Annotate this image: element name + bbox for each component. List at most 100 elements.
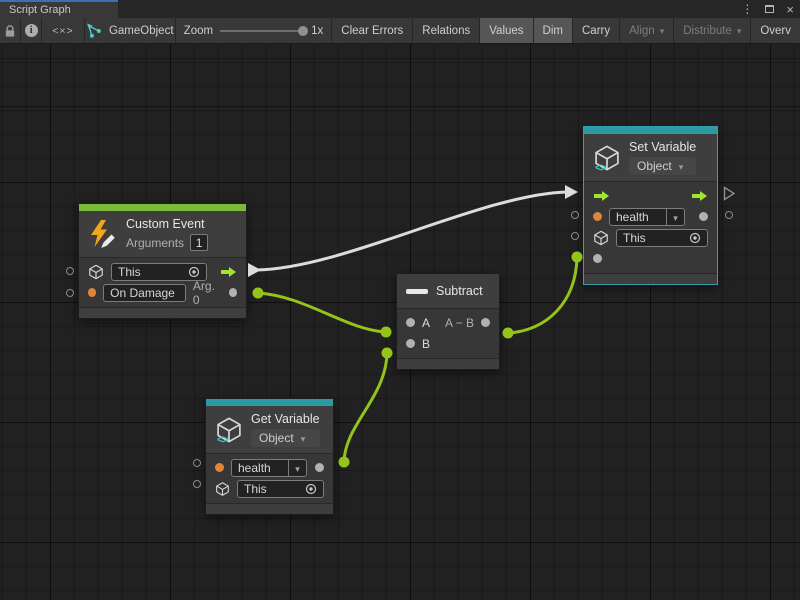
arg-0-output-port[interactable] xyxy=(229,288,237,297)
gameobject-context-button[interactable]: GameObject xyxy=(85,18,176,43)
node-title: Custom Event xyxy=(126,217,208,231)
cube-icon xyxy=(88,264,104,280)
variable-name-dropdown[interactable]: health xyxy=(231,459,307,477)
zoom-slider-handle[interactable] xyxy=(298,26,308,36)
align-dropdown[interactable]: Align xyxy=(619,18,673,43)
values-toggle[interactable]: Values xyxy=(479,18,532,43)
variable-accent-strip xyxy=(206,399,333,406)
unconnected-port[interactable] xyxy=(193,480,201,488)
info-button[interactable]: i xyxy=(21,18,42,43)
title-bar: Script Graph xyxy=(0,0,800,18)
zoom-control: Zoom 1x xyxy=(176,18,332,43)
input-b-row: B xyxy=(397,333,499,354)
arg-0-label: Arg. 0 xyxy=(193,279,222,307)
chevron-down-icon xyxy=(295,461,300,475)
event-name-field[interactable]: On Damage xyxy=(103,284,186,302)
object-variable-icon: <> xyxy=(215,416,243,444)
chevron-down-icon xyxy=(301,431,306,445)
arguments-count-field[interactable]: 1 xyxy=(190,234,208,251)
variable-name-row: health xyxy=(584,206,717,227)
cube-icon xyxy=(593,230,609,246)
overview-button[interactable]: Overv xyxy=(750,18,800,43)
target-picker-icon[interactable] xyxy=(305,483,317,495)
close-icon[interactable] xyxy=(786,3,794,16)
object-variable-icon: <> xyxy=(593,144,621,172)
node-title: Set Variable xyxy=(629,140,696,154)
node-title: Get Variable xyxy=(251,412,320,426)
zoom-slider[interactable] xyxy=(220,30,304,32)
custom-event-icon xyxy=(88,219,118,249)
flow-output-port[interactable] xyxy=(691,190,708,202)
node-footer xyxy=(397,358,499,369)
value-output-port[interactable] xyxy=(315,463,324,472)
new-value-input-port[interactable] xyxy=(593,254,602,263)
unconnected-port[interactable] xyxy=(66,267,74,275)
event-row: On Damage Arg. 0 xyxy=(79,282,246,303)
result-output-port[interactable] xyxy=(481,318,490,327)
node-custom-event[interactable]: Custom Event Arguments 1 This xyxy=(78,203,247,319)
carry-toggle[interactable]: Carry xyxy=(572,18,619,43)
node-get-variable[interactable]: <> Get Variable Object health xyxy=(205,398,334,515)
zoom-value: 1x xyxy=(311,25,323,37)
chevron-down-icon xyxy=(660,25,665,37)
flow-input-port[interactable] xyxy=(593,190,610,202)
node-footer xyxy=(79,307,246,318)
distribute-dropdown[interactable]: Distribute xyxy=(673,18,750,43)
unconnected-flow-port[interactable] xyxy=(723,186,736,201)
b-label: B xyxy=(422,337,430,351)
dim-toggle[interactable]: Dim xyxy=(533,18,572,43)
new-value-row xyxy=(584,248,717,269)
graph-toolbar: i <×> GameObject Zoom 1x Clear Errors Re… xyxy=(0,18,800,44)
relations-button[interactable]: Relations xyxy=(412,18,479,43)
variable-accent-strip xyxy=(584,127,717,134)
zoom-label: Zoom xyxy=(184,25,213,37)
node-title: Subtract xyxy=(436,284,483,298)
window-menu-icon[interactable] xyxy=(741,3,753,15)
result-label: A − B xyxy=(445,316,474,330)
variable-name-row: health xyxy=(206,457,333,478)
info-icon: i xyxy=(25,24,38,37)
unconnected-port[interactable] xyxy=(571,232,579,240)
target-picker-icon[interactable] xyxy=(689,232,701,244)
tab-script-graph[interactable]: Script Graph xyxy=(0,0,118,18)
event-input-port[interactable] xyxy=(88,288,96,297)
target-row: This xyxy=(206,478,333,499)
this-target-field[interactable]: This xyxy=(616,229,708,247)
node-subtract[interactable]: Subtract A A − B B xyxy=(396,273,500,370)
script-graph-icon xyxy=(86,23,102,38)
a-input-port[interactable] xyxy=(406,318,415,327)
chevron-down-icon xyxy=(737,25,742,37)
unconnected-port[interactable] xyxy=(193,459,201,467)
this-target-field[interactable]: This xyxy=(237,480,324,498)
variable-kind-dropdown[interactable]: Object xyxy=(251,429,320,447)
code-preview-button[interactable]: <×> xyxy=(42,18,85,43)
unconnected-port[interactable] xyxy=(66,289,74,297)
target-picker-icon[interactable] xyxy=(188,266,200,278)
variable-kind-dropdown[interactable]: Object xyxy=(629,157,696,175)
a-label: A xyxy=(422,316,430,330)
chevron-down-icon xyxy=(673,210,678,224)
flow-row xyxy=(584,185,717,206)
maximize-icon[interactable] xyxy=(765,5,774,13)
lock-icon xyxy=(3,24,17,38)
arguments-label: Arguments xyxy=(126,236,184,250)
name-input-port[interactable] xyxy=(593,212,602,221)
unconnected-port[interactable] xyxy=(571,211,579,219)
node-set-variable[interactable]: <> Set Variable Object xyxy=(583,126,718,285)
name-input-port[interactable] xyxy=(215,463,224,472)
variable-name-dropdown[interactable]: health xyxy=(609,208,685,226)
target-row: This xyxy=(584,227,717,248)
lock-button[interactable] xyxy=(0,18,21,43)
unconnected-port[interactable] xyxy=(725,211,733,219)
script-graph-window: Script Graph i <×> GameObje xyxy=(0,0,800,600)
b-input-port[interactable] xyxy=(406,339,415,348)
flow-output-port[interactable] xyxy=(220,266,237,278)
event-accent-strip xyxy=(79,204,246,211)
value-output-port[interactable] xyxy=(699,212,708,221)
subtract-icon xyxy=(406,289,428,294)
gameobject-label: GameObject xyxy=(109,25,174,37)
cube-icon xyxy=(215,481,230,497)
clear-errors-button[interactable]: Clear Errors xyxy=(331,18,412,43)
node-footer xyxy=(206,503,333,514)
input-a-row: A A − B xyxy=(397,312,499,333)
